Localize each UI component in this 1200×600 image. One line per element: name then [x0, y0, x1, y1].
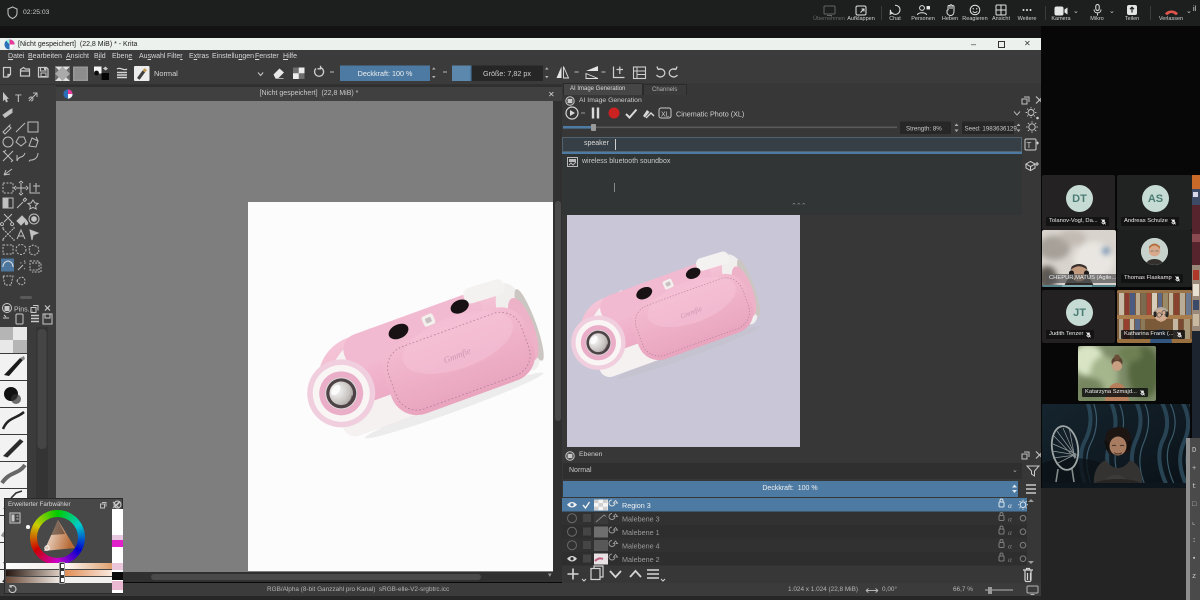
svg-text:D: D [1192, 447, 1196, 455]
svg-text:Region 3: Region 3 [622, 501, 651, 510]
svg-text:▪: ▪ [1192, 555, 1196, 563]
svg-text:T: T [1027, 141, 1032, 150]
svg-text:Cinematic Photo (XL): Cinematic Photo (XL) [676, 110, 744, 119]
svg-text:□: □ [1192, 501, 1197, 509]
svg-text:Malebene 1: Malebene 1 [622, 528, 660, 537]
svg-text:Malebene 2: Malebene 2 [622, 555, 660, 564]
svg-text:Normal: Normal [154, 69, 178, 78]
svg-text:Strength: 8%: Strength: 8% [906, 126, 942, 133]
svg-text:t: t [1192, 483, 1196, 491]
svg-text:T: T [15, 93, 22, 105]
svg-text::: : [1192, 537, 1196, 545]
svg-text:Malebene 4: Malebene 4 [622, 542, 660, 551]
svg-text:Deckkraft: 100 %: Deckkraft: 100 % [358, 69, 413, 78]
svg-text:XL: XL [661, 112, 670, 119]
svg-text:Seed: 1983636129: Seed: 1983636129 [965, 126, 1018, 133]
svg-text:z: z [1192, 573, 1196, 581]
svg-text:+: + [1192, 465, 1196, 473]
svg-text:Malebene 3: Malebene 3 [622, 515, 660, 524]
svg-text:⌞: ⌞ [1192, 519, 1195, 527]
svg-text:Größe: 7,82 px: Größe: 7,82 px [483, 69, 531, 78]
